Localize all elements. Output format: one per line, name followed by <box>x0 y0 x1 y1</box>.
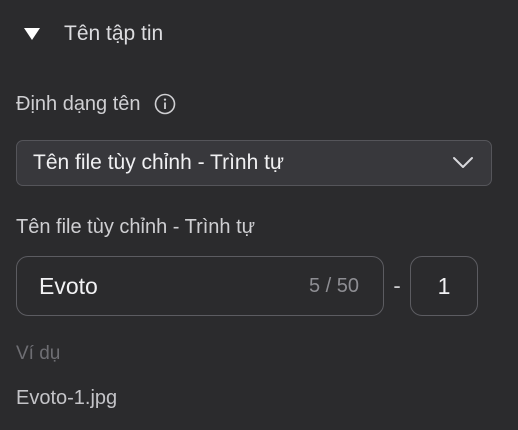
example-label: Ví dụ <box>16 343 61 364</box>
section-title: Tên tập tin <box>64 22 164 45</box>
character-counter: 5 / 50 <box>308 274 359 297</box>
chevron-down-icon <box>451 151 475 175</box>
example-file-name: Evoto-1.jpg <box>16 386 118 409</box>
custom-name-value: Evoto <box>39 272 98 299</box>
custom-name-label: Tên file tùy chỉnh - Trình tự <box>16 215 256 238</box>
info-icon[interactable] <box>153 92 177 116</box>
custom-name-input[interactable]: Evoto 5 / 50 <box>16 256 384 316</box>
name-sequence-separator: - <box>393 273 401 298</box>
name-format-select[interactable]: Tên file tùy chỉnh - Trình tự <box>16 140 492 186</box>
name-format-label-row: Định dạng tên <box>16 88 177 120</box>
caret-down-icon[interactable] <box>22 24 42 44</box>
name-format-selected-value: Tên file tùy chỉnh - Trình tự <box>33 151 284 174</box>
section-header-file-name[interactable]: Tên tập tin <box>22 18 163 50</box>
name-format-label: Định dạng tên <box>16 92 141 115</box>
sequence-start-input[interactable]: 1 <box>410 256 478 316</box>
